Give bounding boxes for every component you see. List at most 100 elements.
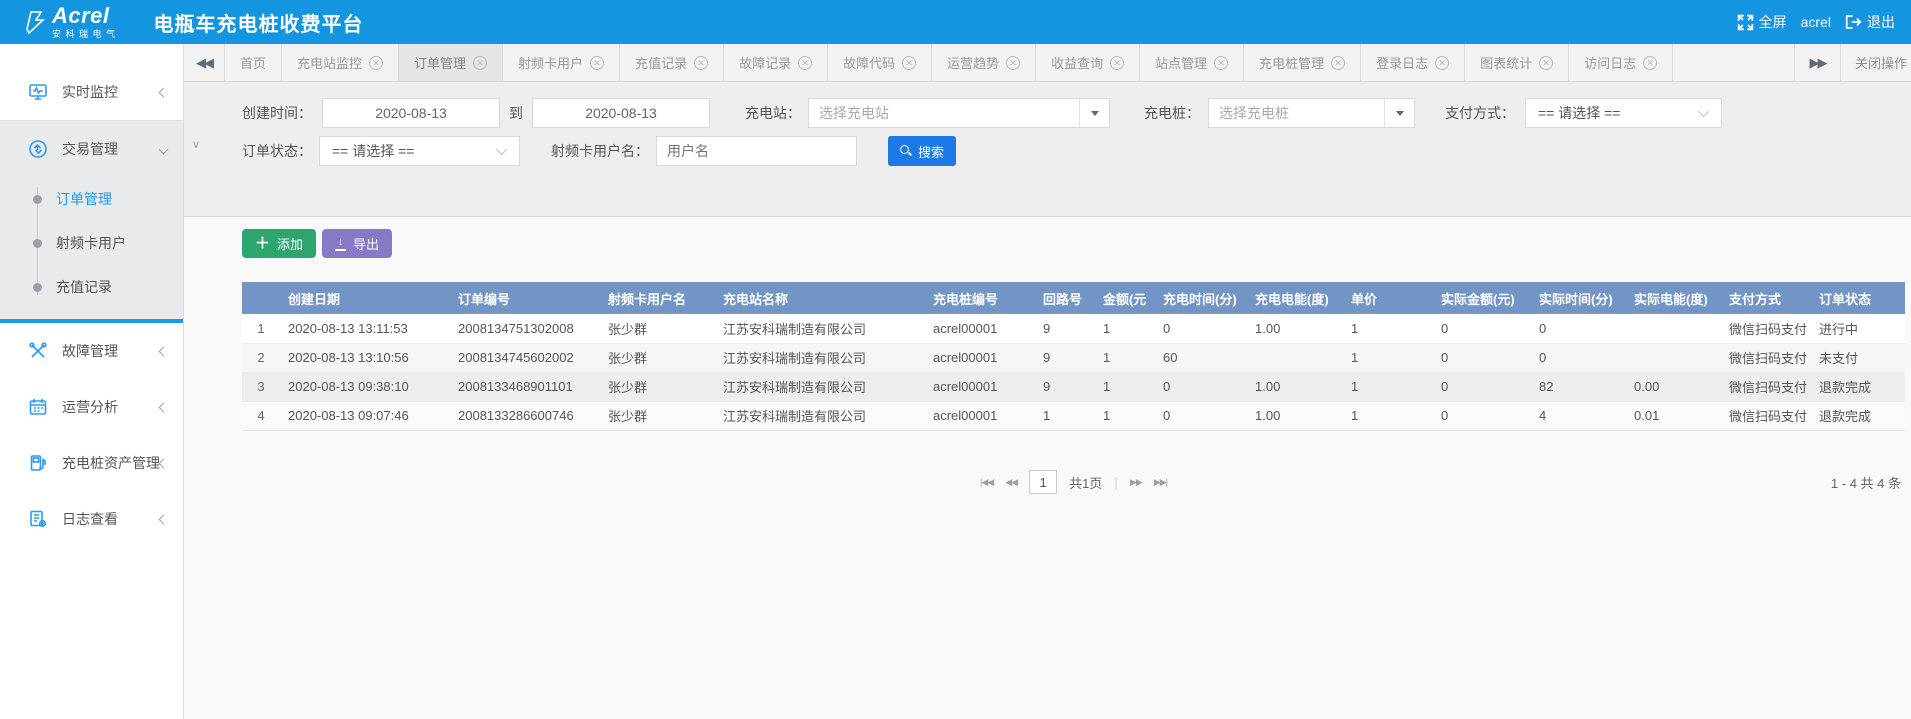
pay-method-select[interactable]: == 请选择 ==	[1525, 98, 1722, 128]
table-cell: 2020-08-13 09:38:10	[280, 372, 450, 401]
sidebar-subitem[interactable]: 射频卡用户	[0, 221, 183, 265]
pile-label: 充电桩：	[1144, 99, 1200, 127]
tab-close-operations-menu[interactable]: 关闭操作	[1840, 44, 1911, 81]
table-cell: 0	[1433, 372, 1531, 401]
tab-充值记录[interactable]: 充值记录✕	[620, 44, 724, 81]
tab-图表统计[interactable]: 图表统计✕	[1465, 44, 1569, 81]
table-row[interactable]: 32020-08-13 09:38:102008133468901101张少群江…	[242, 372, 1905, 401]
order-status-select[interactable]: == 请选择 ==	[319, 136, 520, 166]
table-cell: 4	[1531, 401, 1626, 430]
sidebar-subitem[interactable]: 充值记录	[0, 265, 183, 309]
table-cell: 1	[1343, 343, 1433, 372]
station-combobox[interactable]: 选择充电站	[808, 98, 1110, 128]
tab-close-icon[interactable]: ✕	[1643, 56, 1657, 70]
column-header[interactable]	[242, 282, 280, 314]
bullet-icon	[33, 239, 42, 248]
grid-area: ＋ 添加 ↓ 导出 创建日期订单编号射频卡用户名充电站名称充电桩编号回路号金额(…	[184, 217, 1911, 719]
logout-button[interactable]: 退出	[1845, 12, 1895, 32]
realtime-monitor-icon	[28, 82, 48, 102]
column-header[interactable]: 金额(元	[1095, 282, 1155, 314]
column-header[interactable]: 充电时间(分)	[1155, 282, 1247, 314]
pagination-bar: |◀◀ ◀◀ 共1页 | ▶▶ ▶▶| 1 - 4 共 4 条	[242, 467, 1905, 497]
sidebar-item-3[interactable]: 运营分析	[0, 379, 183, 435]
sidebar-item-0[interactable]: 实时监控	[0, 64, 183, 120]
tab-close-icon[interactable]: ✕	[902, 56, 916, 70]
tab-订单管理[interactable]: 订单管理 ✕	[399, 44, 503, 81]
rfid-user-input[interactable]	[656, 136, 857, 166]
sidebar-item-2[interactable]: 故障管理	[0, 323, 183, 379]
tab-close-icon[interactable]: ✕	[473, 56, 487, 70]
tab-close-icon[interactable]: ✕	[1214, 56, 1228, 70]
column-header[interactable]: 回路号	[1035, 282, 1095, 314]
next-page-icon[interactable]: ▶▶	[1130, 477, 1142, 488]
tab-站点管理[interactable]: 站点管理 ✕	[1140, 44, 1244, 81]
tab-close-icon[interactable]: ✕	[798, 56, 812, 70]
sidebar-subitem[interactable]: 订单管理	[0, 177, 183, 221]
tab-label: 订单管理	[414, 53, 466, 72]
station-dropdown-icon[interactable]	[1079, 99, 1109, 127]
column-header[interactable]: 订单编号	[450, 282, 600, 314]
sidebar-item-label: 充电桩资产管理	[62, 453, 160, 473]
add-button[interactable]: ＋ 添加	[242, 229, 316, 258]
tab-close-icon[interactable]: ✕	[590, 56, 604, 70]
fullscreen-button[interactable]: 全屏	[1737, 12, 1787, 32]
last-page-icon[interactable]: ▶▶|	[1154, 477, 1167, 488]
tab-运营趋势[interactable]: 运营趋势✕	[932, 44, 1036, 81]
table-row[interactable]: 22020-08-13 13:10:562008134745602002张少群江…	[242, 343, 1905, 372]
tab-close-icon[interactable]: ✕	[1110, 56, 1124, 70]
table-cell: 2020-08-13 13:11:53	[280, 314, 450, 343]
tab-充电站监控[interactable]: 充电站监控✕	[282, 44, 399, 81]
tabs-scroll-left-icon[interactable]: ◀◀	[184, 44, 224, 81]
tab-close-icon[interactable]: ✕	[1435, 56, 1449, 70]
column-header[interactable]: 支付方式	[1721, 282, 1811, 314]
filter-collapse-icon[interactable]: ∨	[192, 138, 200, 151]
tab-收益查询[interactable]: 收益查询✕	[1036, 44, 1140, 81]
table-row[interactable]: 42020-08-13 09:07:462008133286600746张少群江…	[242, 401, 1905, 430]
table-cell: 9	[1035, 372, 1095, 401]
table-cell: 2	[242, 343, 280, 372]
tab-登录日志[interactable]: 登录日志✕	[1361, 44, 1465, 81]
tab-首页[interactable]: 首页	[224, 44, 282, 81]
export-button[interactable]: ↓ 导出	[322, 229, 392, 258]
column-header[interactable]: 实际电能(度)	[1626, 282, 1721, 314]
date-from-input[interactable]	[322, 98, 500, 128]
sidebar-item-label: 实时监控	[62, 82, 160, 102]
tab-射频卡用户[interactable]: 射频卡用户✕	[503, 44, 620, 81]
column-header[interactable]: 充电站名称	[715, 282, 925, 314]
tab-充电桩管理[interactable]: 充电桩管理✕	[1244, 44, 1361, 81]
column-header[interactable]: 实际金额(元)	[1433, 282, 1531, 314]
table-row[interactable]: 12020-08-13 13:11:532008134751302008张少群江…	[242, 314, 1905, 343]
column-header[interactable]: 订单状态	[1811, 282, 1905, 314]
sidebar-item-5[interactable]: 日志查看	[0, 491, 183, 547]
pile-dropdown-icon[interactable]	[1384, 99, 1414, 127]
tab-close-icon[interactable]: ✕	[694, 56, 708, 70]
tab-close-icon[interactable]: ✕	[369, 56, 383, 70]
tab-故障记录[interactable]: 故障记录✕	[724, 44, 828, 81]
pile-combobox[interactable]: 选择充电桩	[1208, 98, 1415, 128]
first-page-icon[interactable]: |◀◀	[980, 477, 993, 488]
tab-label: 站点管理	[1155, 53, 1207, 72]
column-header[interactable]: 创建日期	[280, 282, 450, 314]
column-header[interactable]: 充电桩编号	[925, 282, 1035, 314]
column-header[interactable]: 单价	[1343, 282, 1433, 314]
prev-page-icon[interactable]: ◀◀	[1005, 477, 1017, 488]
current-user[interactable]: acrel	[1801, 14, 1831, 30]
column-header[interactable]: 实际时间(分)	[1531, 282, 1626, 314]
tab-close-icon[interactable]: ✕	[1539, 56, 1553, 70]
sidebar-item-1[interactable]: 交易管理	[0, 121, 183, 177]
search-button[interactable]: 搜索	[888, 136, 956, 166]
tab-close-icon[interactable]: ✕	[1331, 56, 1345, 70]
tab-close-icon[interactable]: ✕	[1006, 56, 1020, 70]
column-header[interactable]: 射频卡用户名	[600, 282, 715, 314]
tab-访问日志[interactable]: 访问日志✕	[1569, 44, 1673, 81]
tab-故障代码[interactable]: 故障代码✕	[828, 44, 932, 81]
date-to-input[interactable]	[532, 98, 710, 128]
tabs-scroll-right-icon[interactable]: ▶▶	[1794, 44, 1840, 81]
column-header[interactable]: 充电电能(度)	[1247, 282, 1343, 314]
table-cell: 张少群	[600, 401, 715, 430]
sidebar-item-label: 交易管理	[62, 139, 160, 159]
table-cell: 0	[1433, 401, 1531, 430]
sidebar-item-4[interactable]: 充电桩资产管理	[0, 435, 183, 491]
page-number-input[interactable]	[1029, 470, 1057, 494]
table-cell: 0.01	[1626, 401, 1721, 430]
